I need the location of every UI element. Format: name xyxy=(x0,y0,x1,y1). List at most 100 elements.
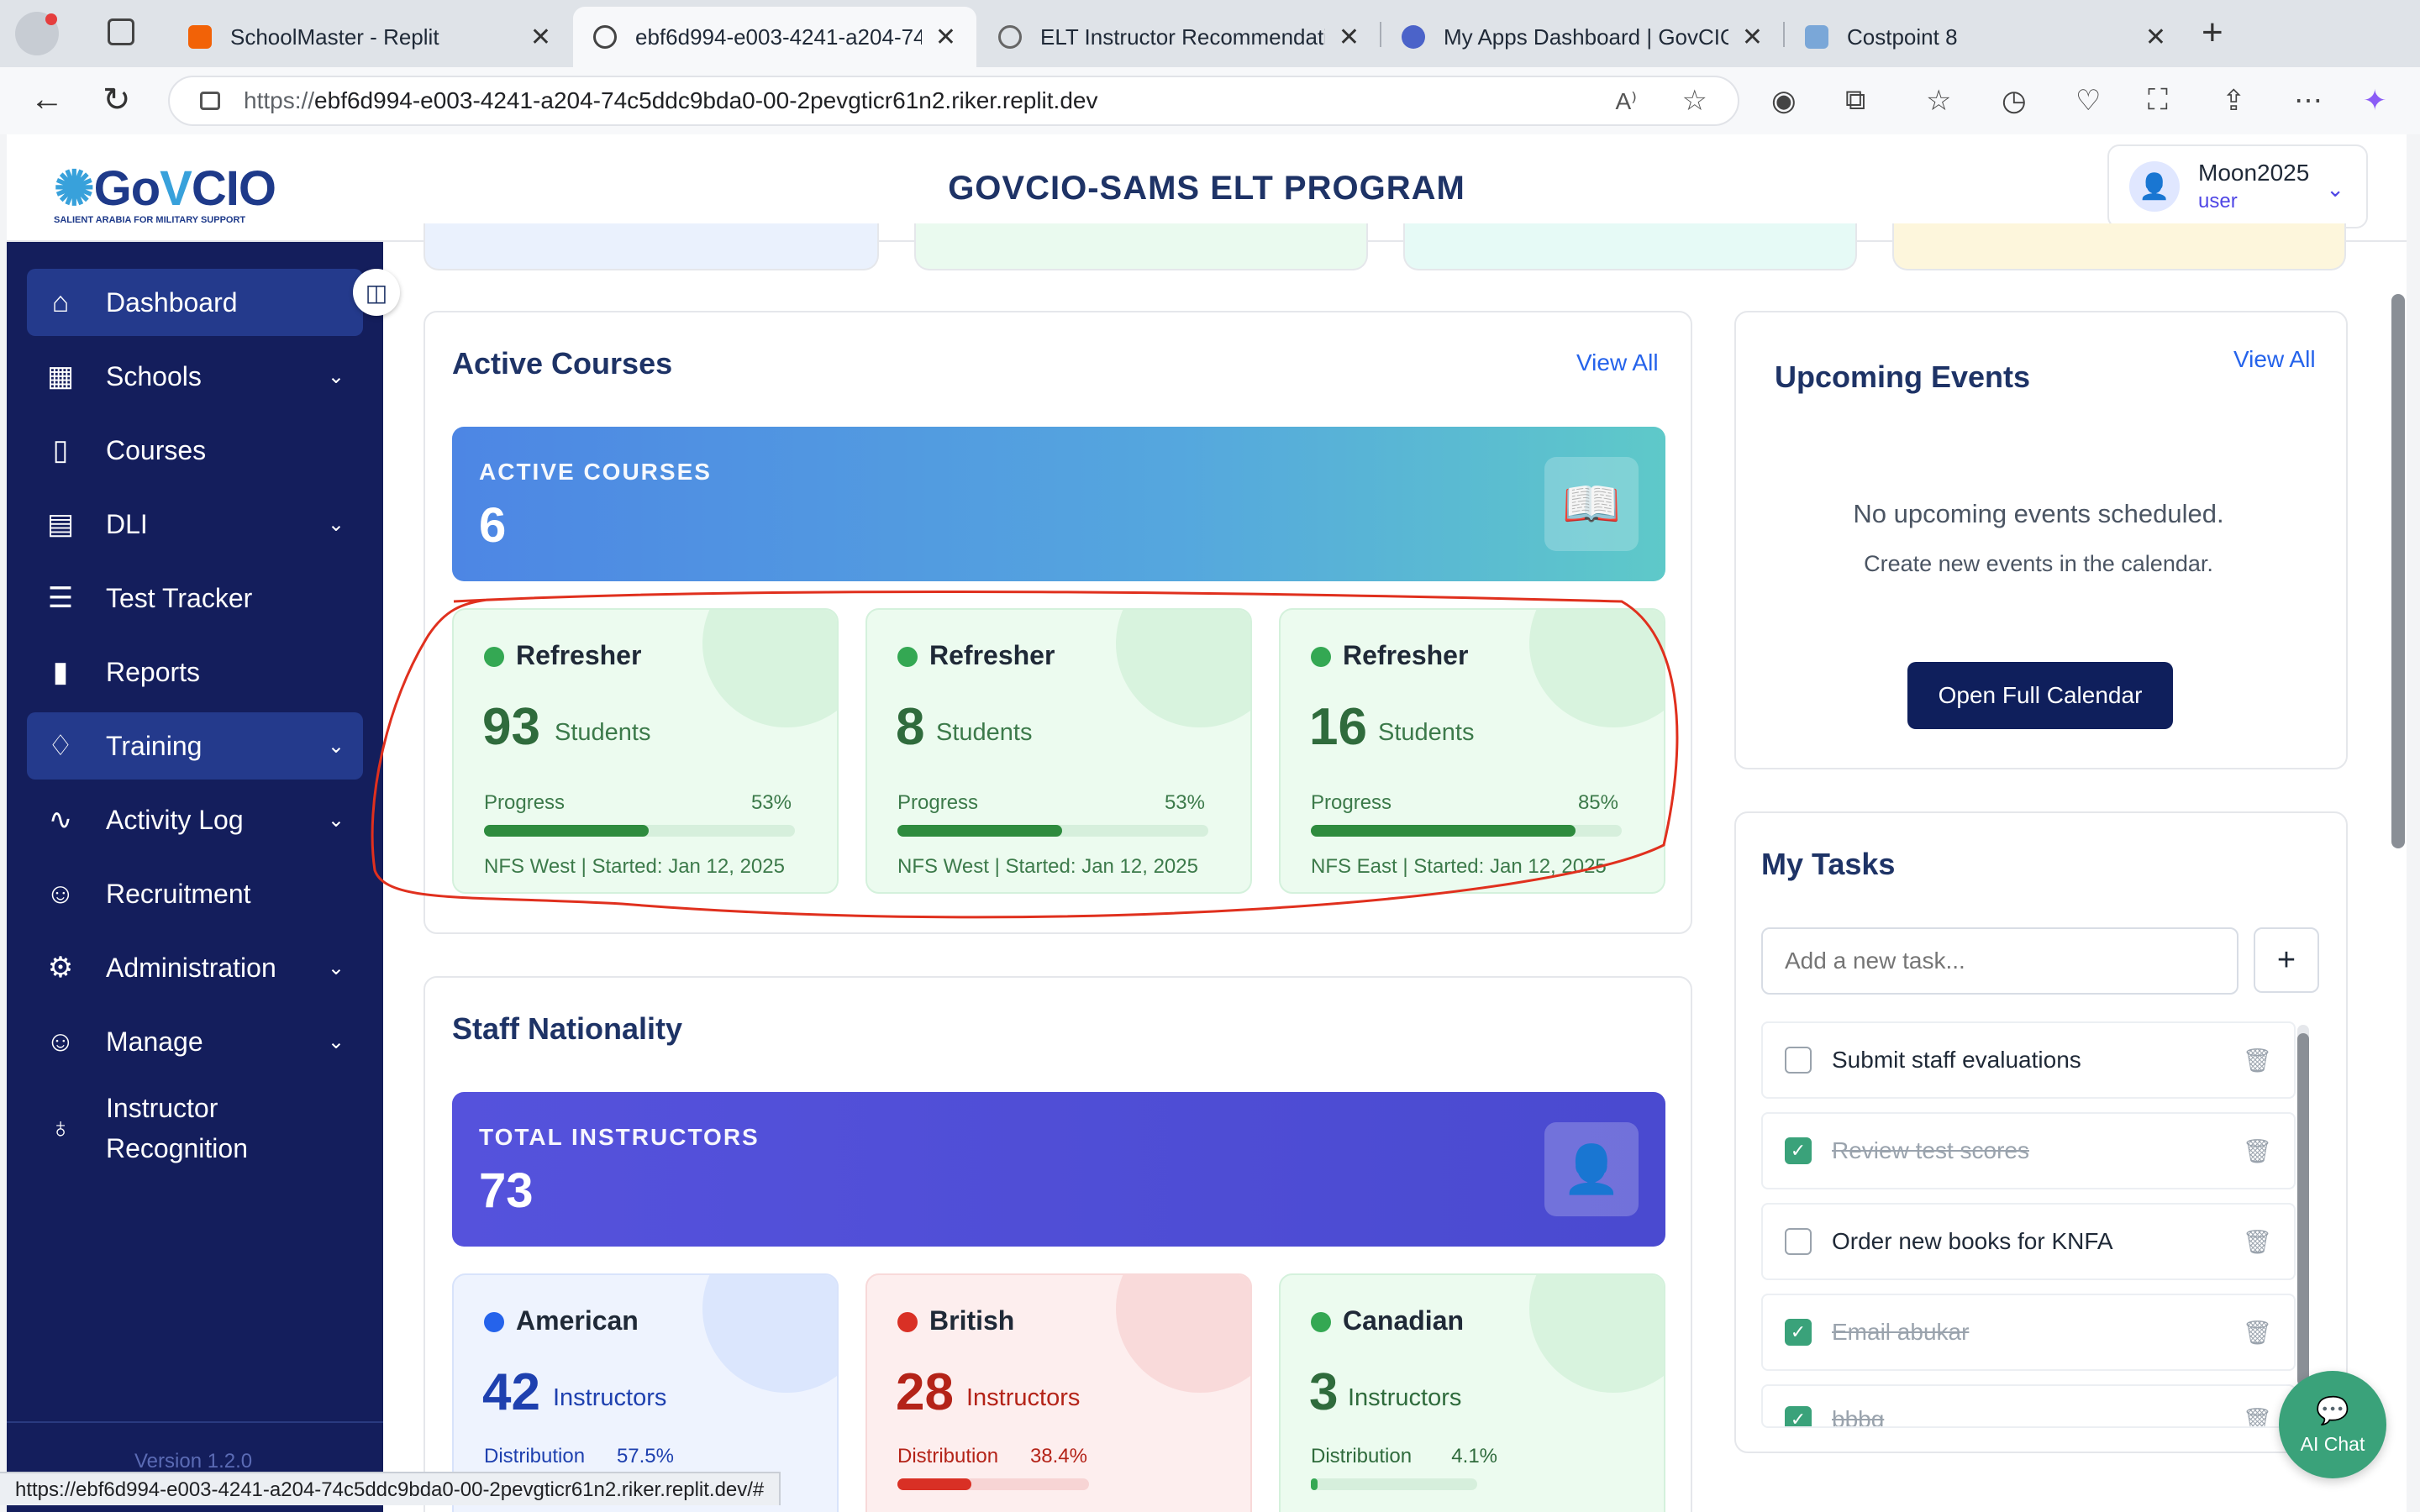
trash-icon[interactable]: 🗑 xyxy=(2242,1319,2272,1347)
trash-icon[interactable]: 🗑 xyxy=(2242,1137,2272,1165)
browser-tab[interactable]: SchoolMaster - Replit ✕ xyxy=(168,7,571,67)
checklist-icon: ☰ xyxy=(47,582,74,614)
sidebar-item-manage[interactable]: ☺ Manage ⌄ xyxy=(27,1008,363,1075)
status-dot-icon xyxy=(1311,1312,1331,1332)
task-checkbox[interactable]: ✓ xyxy=(1785,1406,1812,1426)
sidebar-item-instructor-recognition[interactable]: ♁ Instructor Recognition xyxy=(27,1082,363,1174)
close-tab-icon[interactable]: ✕ xyxy=(1742,23,1763,52)
nationality-card[interactable]: British 28 Instructors Distribution 38.4… xyxy=(865,1273,1252,1512)
upcoming-events-view-all-link[interactable]: View All xyxy=(2233,346,2316,373)
new-tab-icon[interactable]: + xyxy=(2202,12,2223,54)
ai-chat-button[interactable]: 💬 AI Chat xyxy=(2279,1371,2386,1478)
task-item: ✓ Review test scores 🗑 xyxy=(1761,1112,2296,1189)
events-empty-hint: Create new events in the calendar. xyxy=(1864,551,2213,576)
trash-icon[interactable]: 🗑 xyxy=(2242,1228,2272,1256)
open-book-icon: 📖 xyxy=(1544,457,1639,551)
task-checkbox[interactable]: ✓ xyxy=(1785,1319,1812,1346)
nationality-card[interactable]: Canadian 3 Instructors Distribution 4.1% xyxy=(1279,1273,1665,1512)
app-version: Version 1.2.0 xyxy=(134,1450,253,1473)
sidebar: ⌂ Dashboard ▦ Schools ⌄ ▯ Courses ▤ DLI ⌄ ☰ Tes… xyxy=(7,242,383,1512)
sidebar-item-administration[interactable]: ⚙ Administration ⌄ xyxy=(27,934,363,1001)
sidebar-item-courses[interactable]: ▯ Courses xyxy=(27,417,363,484)
task-item: Submit staff evaluations 🗑 xyxy=(1761,1021,2296,1099)
sidebar-item-training[interactable]: ♢ Training ⌄ xyxy=(27,712,363,780)
active-courses-banner: ACTIVE COURSES 6 📖 xyxy=(452,427,1665,581)
progress-bar xyxy=(1311,825,1622,837)
distribution-fill xyxy=(897,1478,971,1490)
status-dot-icon xyxy=(897,647,918,667)
user-check-icon: 👤 xyxy=(1544,1122,1639,1216)
sidebar-item-dashboard[interactable]: ⌂ Dashboard xyxy=(27,269,363,336)
my-tasks-title: My Tasks xyxy=(1761,847,1896,881)
close-tab-icon[interactable]: ✕ xyxy=(2145,23,2166,52)
task-checkbox[interactable]: ✓ xyxy=(1785,1137,1812,1164)
close-tab-icon[interactable]: ✕ xyxy=(935,23,956,52)
more-menu-icon[interactable]: ⋯ xyxy=(2294,84,2323,118)
trash-icon[interactable]: 🗑 xyxy=(2242,1047,2272,1074)
copilot-icon[interactable]: ✦ xyxy=(2363,84,2387,118)
close-tab-icon[interactable]: ✕ xyxy=(530,23,551,52)
sidebar-item-activity-log[interactable]: ∿ Activity Log ⌄ xyxy=(27,786,363,853)
summary-card-strip xyxy=(1892,223,2346,270)
close-tab-icon[interactable]: ✕ xyxy=(1339,23,1360,52)
favorite-star-icon[interactable]: ☆ xyxy=(1682,84,1707,118)
course-card[interactable]: Refresher 93 Students Progress 53% NFS W… xyxy=(452,608,839,894)
user-role: user xyxy=(2198,190,2238,213)
browser-tab-active[interactable]: ebf6d994-e003-4241-a204-74 ✕ xyxy=(573,7,976,67)
chevron-down-icon: ⌄ xyxy=(327,365,345,388)
status-dot-icon xyxy=(1311,647,1331,667)
read-aloud-icon[interactable]: A⁾ xyxy=(1615,87,1637,115)
costpoint-favicon-icon xyxy=(1805,25,1828,49)
sidebar-item-dli[interactable]: ▤ DLI ⌄ xyxy=(27,491,363,558)
browser-tab[interactable]: Costpoint 8 ✕ xyxy=(1785,7,2186,67)
course-card[interactable]: Refresher 16 Students Progress 85% NFS E… xyxy=(1279,608,1665,894)
tab-actions-icon[interactable] xyxy=(108,18,134,45)
new-task-input[interactable] xyxy=(1761,927,2238,995)
status-dot-icon xyxy=(484,647,504,667)
sidebar-item-schools[interactable]: ▦ Schools ⌄ xyxy=(27,343,363,410)
distribution-bar xyxy=(897,1478,1089,1490)
task-checkbox[interactable] xyxy=(1785,1228,1812,1255)
gear-icon: ⚙ xyxy=(47,952,74,984)
summary-card-strip xyxy=(914,223,1368,270)
page-scrollbar[interactable] xyxy=(2391,294,2405,848)
browser-tab[interactable]: ELT Instructor Recommendation ✕ xyxy=(978,7,1380,67)
govcio-favicon-icon xyxy=(1402,25,1425,49)
progress-bar xyxy=(897,825,1208,837)
status-dot-icon xyxy=(897,1312,918,1332)
back-arrow-icon[interactable]: ← xyxy=(30,81,64,118)
address-bar[interactable]: https://ebf6d994-e003-4241-a204-74c5ddc9… xyxy=(168,76,1739,126)
sidebar-item-recruitment[interactable]: ☺ Recruitment xyxy=(27,860,363,927)
user-check-icon: 👤 xyxy=(2129,161,2180,212)
activity-icon: ∿ xyxy=(48,804,73,836)
sidebar-item-test-tracker[interactable]: ☰ Test Tracker xyxy=(27,564,363,632)
course-card[interactable]: Refresher 8 Students Progress 53% NFS We… xyxy=(865,608,1252,894)
tasks-scrollbar[interactable] xyxy=(2297,1025,2309,1428)
browser-essentials-icon[interactable]: ♡ xyxy=(2075,84,2101,118)
users-icon: ☺ xyxy=(45,877,76,910)
favorites-icon[interactable]: ☆ xyxy=(1926,84,1951,118)
user-name: Moon2025 xyxy=(2198,160,2310,186)
events-empty-message: No upcoming events scheduled. xyxy=(1853,499,2224,528)
extensions-icon[interactable]: ⧉ xyxy=(1845,84,1865,117)
grammarly-icon[interactable]: ◉ xyxy=(1771,84,1797,118)
share-icon[interactable]: ⇪ xyxy=(2222,84,2246,118)
user-menu[interactable]: 👤 Moon2025 user ⌄ xyxy=(2107,144,2368,228)
task-checkbox[interactable] xyxy=(1785,1047,1812,1074)
open-full-calendar-button[interactable]: Open Full Calendar xyxy=(1907,662,2173,729)
screenshot-icon[interactable]: ⛶ xyxy=(2148,84,2168,117)
sidebar-collapse-icon[interactable]: ◫ xyxy=(353,269,400,316)
sidebar-item-reports[interactable]: ▮ Reports xyxy=(27,638,363,706)
browser-tab[interactable]: My Apps Dashboard | GovCIO ✕ xyxy=(1381,7,1783,67)
task-item: ✓ Email abukar 🗑 xyxy=(1761,1294,2296,1371)
task-item: Order new books for KNFA 🗑 xyxy=(1761,1203,2296,1280)
history-icon[interactable]: ◷ xyxy=(2002,84,2027,118)
trash-icon[interactable]: 🗑 xyxy=(2242,1406,2272,1426)
browser-tab-bar: SchoolMaster - Replit ✕ ebf6d994-e003-42… xyxy=(0,0,2420,67)
active-courses-view-all-link[interactable]: View All xyxy=(1576,349,1659,376)
progress-fill xyxy=(897,825,1063,837)
add-task-button[interactable]: + xyxy=(2254,927,2319,993)
reload-icon[interactable]: ↻ xyxy=(103,81,131,119)
browser-profile-avatar[interactable] xyxy=(15,12,59,55)
building-icon: ▦ xyxy=(46,360,75,392)
